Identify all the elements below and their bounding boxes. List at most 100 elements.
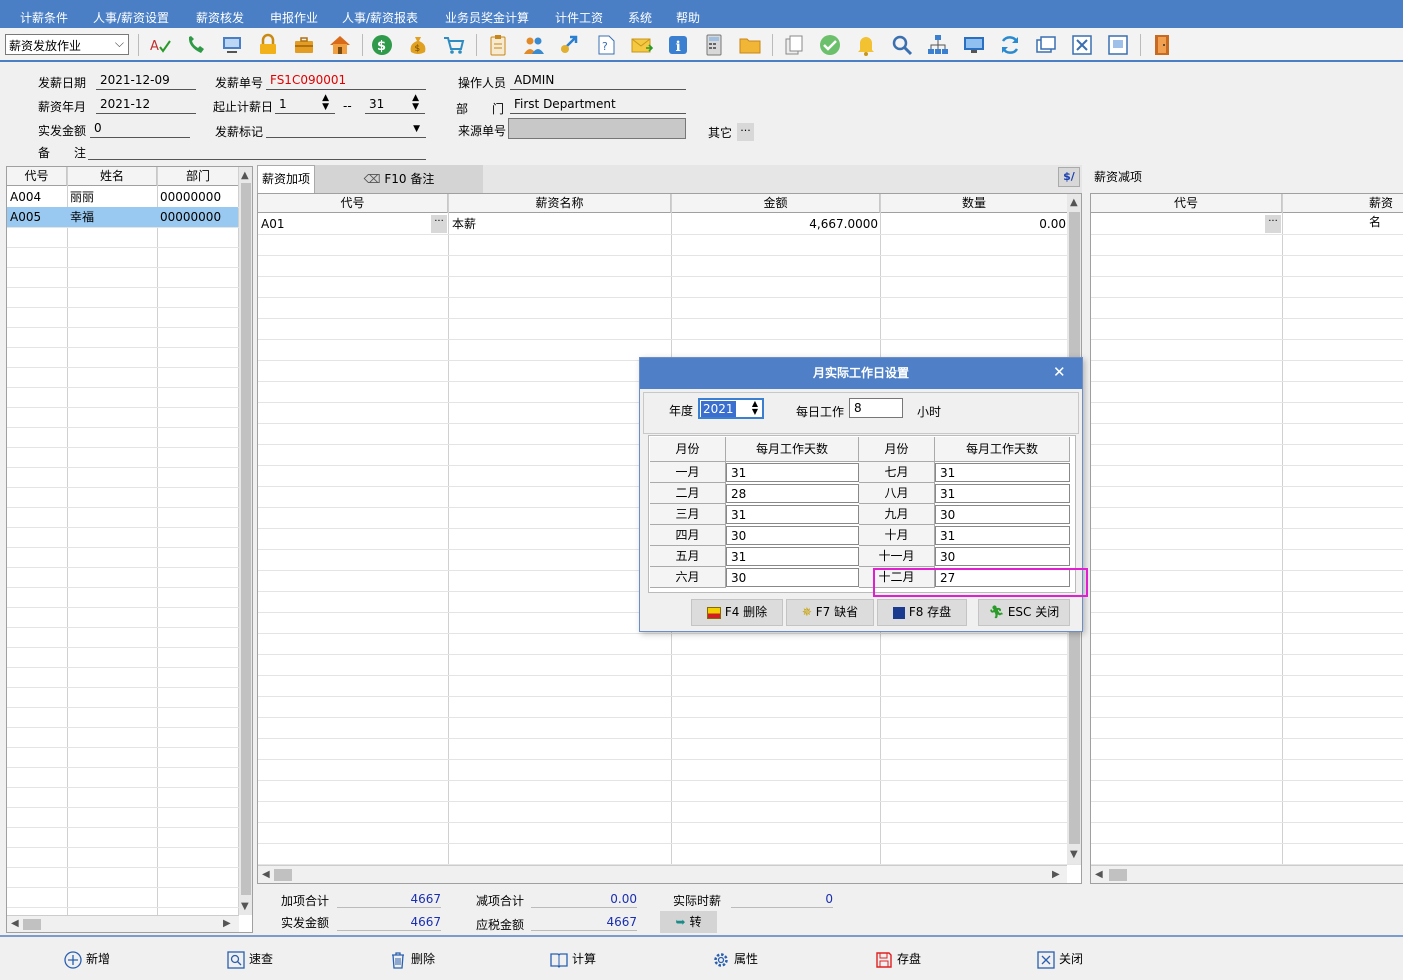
- bell-icon[interactable]: [854, 33, 878, 57]
- actual-field[interactable]: 0: [90, 120, 190, 138]
- menu-item[interactable]: 申报作业: [270, 9, 318, 26]
- daily-hours-input[interactable]: 8: [849, 398, 903, 418]
- menu-item[interactable]: 人事/薪资报表: [342, 9, 418, 26]
- delete-button[interactable]: 删除: [389, 947, 435, 971]
- table-row[interactable]: A004 丽丽 00000000: [7, 187, 238, 207]
- add-button[interactable]: 新增: [64, 947, 110, 971]
- scroll-left-icon[interactable]: ◀: [1095, 869, 1103, 880]
- workdays-input[interactable]: 31: [935, 463, 1070, 482]
- remark-field[interactable]: [88, 142, 426, 160]
- menu-item[interactable]: 计薪条件: [20, 9, 68, 26]
- workdays-input[interactable]: 31: [935, 526, 1070, 545]
- default-button[interactable]: ✵ F7 缺省: [786, 599, 874, 626]
- flag-select[interactable]: ▼: [266, 120, 426, 138]
- workdays-input[interactable]: 30: [935, 547, 1070, 566]
- refresh-icon[interactable]: [998, 33, 1022, 57]
- users-icon[interactable]: [522, 33, 546, 57]
- home-icon[interactable]: [328, 33, 352, 57]
- transfer-icon[interactable]: [558, 33, 582, 57]
- spin-icon[interactable]: ▲ ▼: [752, 400, 758, 416]
- window-icon[interactable]: [1034, 33, 1058, 57]
- column-header[interactable]: 数量: [881, 194, 1067, 213]
- save-button[interactable]: 存盘: [875, 947, 921, 971]
- menu-item[interactable]: 系统: [628, 9, 652, 26]
- pay-date-field[interactable]: 2021-12-09: [96, 72, 196, 90]
- table-row-selected[interactable]: A005 幸福 00000000: [7, 207, 238, 227]
- calculator-icon[interactable]: [702, 33, 726, 57]
- horizontal-scrollbar[interactable]: ◀ ▶: [7, 915, 239, 932]
- workdays-input[interactable]: 28: [726, 484, 859, 503]
- quick-search-button[interactable]: 速查: [227, 947, 273, 971]
- lock-icon[interactable]: [256, 33, 280, 57]
- lookup-button[interactable]: ···: [1265, 215, 1281, 233]
- scroll-down-icon[interactable]: ▼: [1070, 849, 1078, 860]
- calculate-button[interactable]: 计算: [550, 947, 596, 971]
- workdays-input[interactable]: 30: [726, 526, 859, 545]
- save-button[interactable]: F8 存盘: [877, 599, 967, 626]
- column-header[interactable]: 代号: [7, 167, 67, 186]
- workdays-input[interactable]: 30: [935, 505, 1070, 524]
- exit-door-icon[interactable]: [1150, 33, 1174, 57]
- pay-no-field[interactable]: FS1C090001: [266, 72, 426, 90]
- dept-field[interactable]: First Department: [510, 96, 686, 114]
- year-spinner[interactable]: 2021 ▲ ▼: [698, 398, 764, 419]
- money-bag-icon[interactable]: $: [406, 33, 430, 57]
- menu-item[interactable]: 人事/薪资设置: [93, 9, 169, 26]
- folder-icon[interactable]: [738, 33, 762, 57]
- scroll-up-icon[interactable]: ▲: [1070, 197, 1078, 208]
- currency-icon[interactable]: $/: [1058, 167, 1080, 187]
- column-header[interactable]: 部门: [158, 167, 238, 186]
- info-icon[interactable]: i: [666, 33, 690, 57]
- workdays-input[interactable]: 31: [726, 505, 859, 524]
- tab-remark[interactable]: ⌫ F10 备注: [315, 165, 483, 193]
- scroll-down-icon[interactable]: ▼: [241, 901, 249, 912]
- menu-item[interactable]: 薪资核发: [196, 9, 244, 26]
- convert-button[interactable]: ➥ 转: [660, 911, 717, 933]
- tab-additions[interactable]: 薪资加项: [257, 165, 315, 193]
- horizontal-scrollbar[interactable]: ◀: [1091, 865, 1403, 883]
- salary-month-field[interactable]: 2021-12: [96, 96, 196, 114]
- scroll-right-icon[interactable]: ▶: [1052, 869, 1060, 880]
- phone-icon[interactable]: [184, 33, 208, 57]
- scroll-left-icon[interactable]: ◀: [262, 869, 270, 880]
- table-row[interactable]: A01 ··· 本薪 4,667.0000 0.00: [258, 214, 1067, 235]
- briefcase-icon[interactable]: [292, 33, 316, 57]
- restore-icon[interactable]: [1106, 33, 1130, 57]
- column-header[interactable]: 薪资名称: [449, 194, 671, 213]
- search-icon[interactable]: [890, 33, 914, 57]
- tab-deductions[interactable]: 薪资减项: [1094, 168, 1142, 185]
- menu-item[interactable]: 计件工资: [555, 9, 603, 26]
- spell-icon[interactable]: A: [148, 33, 172, 57]
- column-header[interactable]: 代号: [258, 194, 448, 213]
- spin-icon[interactable]: ▲ ▼: [412, 94, 419, 112]
- column-header[interactable]: 姓名: [68, 167, 157, 186]
- check-icon[interactable]: [818, 33, 842, 57]
- esc-close-button[interactable]: 🏃︎ ESC 关闭: [978, 599, 1070, 626]
- menu-item[interactable]: 帮助: [676, 9, 700, 26]
- lookup-button[interactable]: ···: [431, 215, 447, 233]
- spin-icon[interactable]: ▲ ▼: [322, 94, 329, 112]
- delete-button[interactable]: F4 删除: [691, 599, 783, 626]
- workdays-input[interactable]: 31: [935, 484, 1070, 503]
- operator-field[interactable]: ADMIN: [510, 72, 686, 90]
- dropdown-arrow-icon[interactable]: ▼: [413, 121, 420, 138]
- cart-icon[interactable]: [442, 33, 466, 57]
- dollar-icon[interactable]: $: [370, 33, 394, 57]
- start-day-field[interactable]: 1 ▲ ▼: [275, 94, 335, 114]
- column-header[interactable]: 薪资名: [1283, 194, 1403, 229]
- horizontal-scrollbar[interactable]: ◀ ▶: [258, 865, 1067, 883]
- column-header[interactable]: 金额: [672, 194, 880, 213]
- other-button[interactable]: ···: [737, 123, 754, 141]
- mail-icon[interactable]: [630, 33, 654, 57]
- vertical-scrollbar[interactable]: ▲ ▼: [239, 167, 252, 915]
- module-select[interactable]: 薪资发放作业 ⌵: [5, 34, 129, 55]
- scroll-left-icon[interactable]: ◀: [11, 918, 19, 929]
- org-chart-icon[interactable]: [926, 33, 950, 57]
- workdays-input[interactable]: 31: [726, 547, 859, 566]
- close-window-icon[interactable]: [1070, 33, 1094, 57]
- copy-doc-icon[interactable]: [782, 33, 806, 57]
- end-day-field[interactable]: 31 ▲ ▼: [365, 94, 425, 114]
- monitor-icon[interactable]: [962, 33, 986, 57]
- scroll-right-icon[interactable]: ▶: [223, 918, 231, 929]
- column-header[interactable]: 代号: [1091, 194, 1282, 213]
